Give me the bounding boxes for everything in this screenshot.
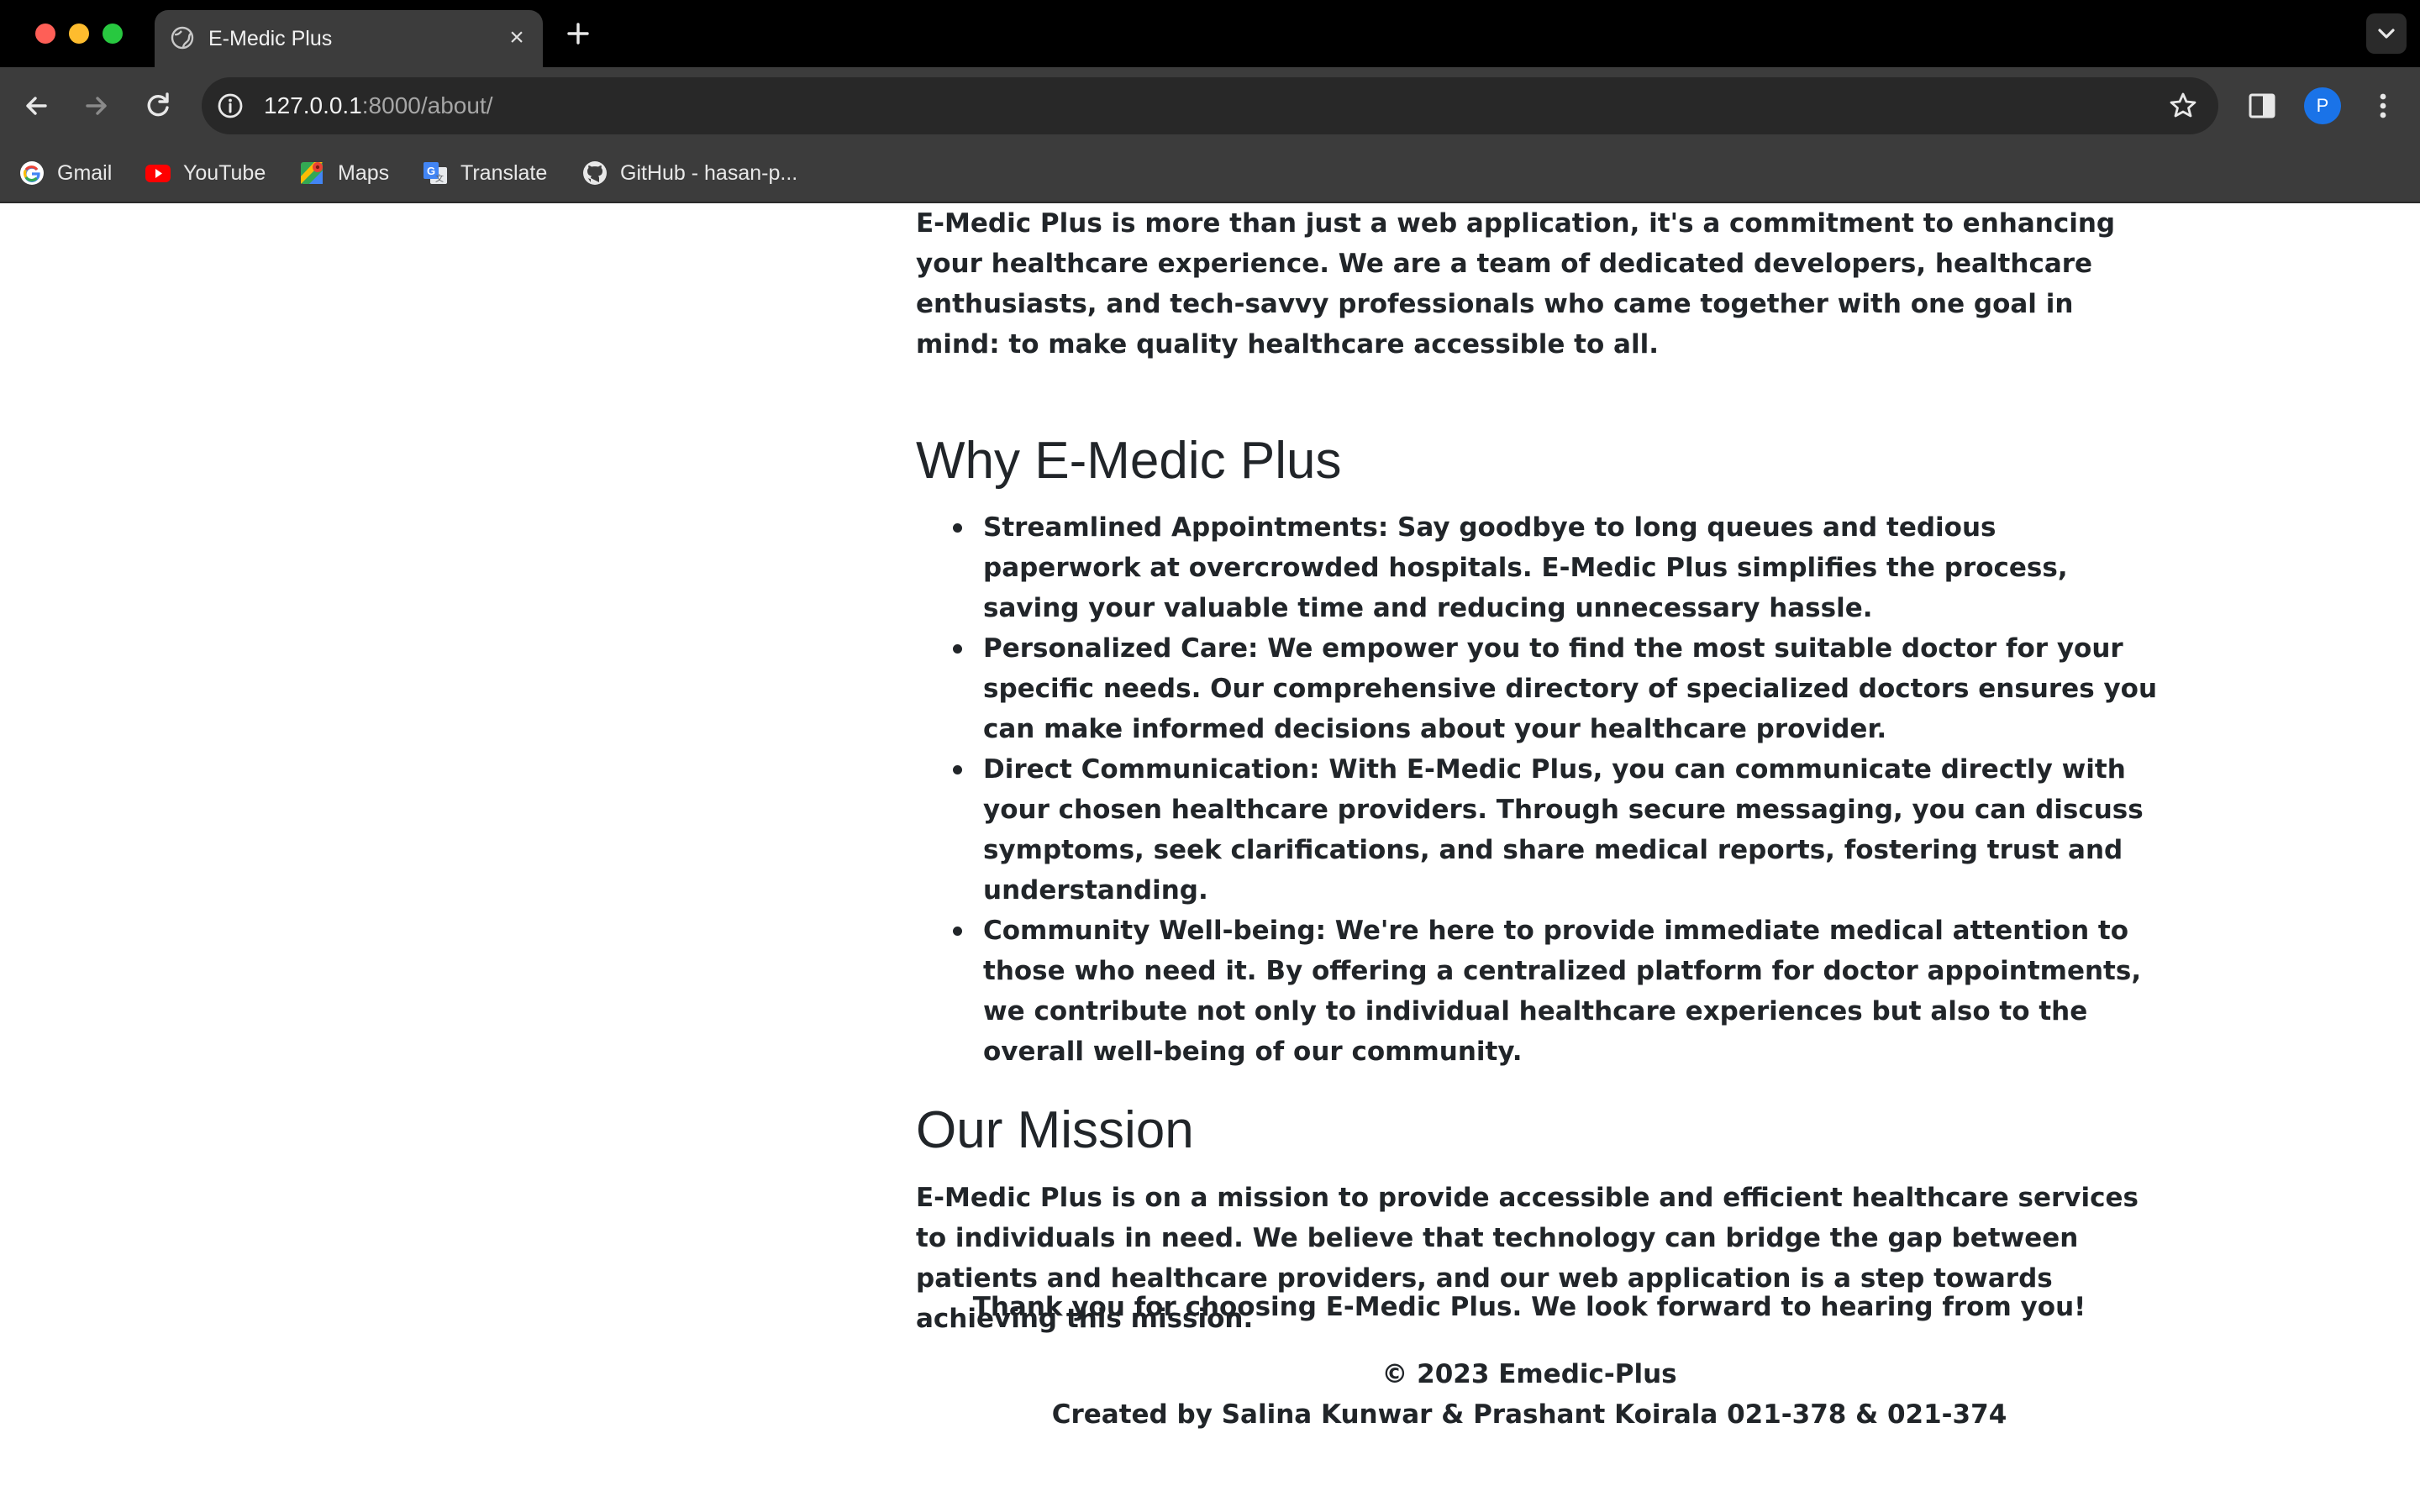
bookmark-translate[interactable]: G 文 Translate (422, 153, 547, 193)
profile-avatar[interactable]: P (2304, 87, 2341, 124)
page-viewport[interactable]: E-Medic Plus is more than just a web app… (0, 203, 2420, 1512)
github-icon (583, 161, 607, 185)
bookmark-github[interactable]: GitHub - hasan-p... (581, 153, 797, 193)
list-item-title: Direct Communication: (983, 754, 1320, 785)
svg-text:文: 文 (435, 173, 444, 184)
mission-heading: Our Mission (916, 1101, 1194, 1159)
back-icon[interactable] (17, 86, 57, 126)
window-minimize-button[interactable] (69, 24, 89, 44)
bookmark-label: YouTube (183, 160, 266, 185)
thanks-message: Thank you for choosing E-Medic Plus. We … (972, 1292, 2086, 1322)
bookmark-star-icon[interactable] (2166, 89, 2200, 123)
tab-search-icon[interactable] (2366, 13, 2407, 54)
bookmark-gmail[interactable]: Gmail (18, 153, 112, 193)
bookmark-youtube[interactable]: YouTube (145, 153, 266, 193)
bookmark-label: Gmail (57, 160, 113, 185)
bookmarks-bar: Gmail YouTube Maps G 文 Translate GitHub … (0, 144, 2420, 203)
window-close-button[interactable] (35, 24, 55, 44)
youtube-icon (145, 165, 171, 182)
list-item: Streamlined Appointments: Say goodbye to… (953, 507, 2160, 628)
why-heading: Why E-Medic Plus (916, 432, 1342, 490)
browser-toolbar: 127.0.0.1:8000/about/ P (0, 67, 2420, 144)
window-maximize-button[interactable] (103, 24, 123, 44)
list-item: Direct Communication: With E-Medic Plus,… (953, 749, 2160, 911)
site-info-icon[interactable] (213, 89, 247, 123)
bookmark-label: Translate (460, 160, 548, 185)
svg-text:G: G (427, 165, 435, 177)
list-item-title: Community Well-being: (983, 916, 1326, 946)
list-item-title: Personalized Care: (983, 633, 1259, 664)
list-item-title: Streamlined Appointments: (983, 512, 1389, 543)
reload-icon[interactable] (138, 86, 178, 126)
maps-icon (301, 162, 323, 184)
browser-chrome: E-Medic Plus × 127.0.0.1:8000/about/ P G… (0, 0, 2420, 203)
list-item: Community Well-being: We're here to prov… (953, 911, 2160, 1072)
side-panel-icon[interactable] (2242, 86, 2282, 126)
translate-icon: G 文 (424, 162, 447, 184)
credits-text: Created by Salina Kunwar & Prashant Koir… (1051, 1399, 2007, 1430)
globe-icon (171, 26, 194, 50)
url-text[interactable]: 127.0.0.1:8000/about/ (264, 77, 492, 134)
bookmark-label: Maps (338, 160, 390, 185)
intro-paragraph: E-Medic Plus is more than just a web app… (916, 208, 2116, 360)
url-host: 127.0.0.1 (264, 92, 362, 118)
google-icon (20, 161, 44, 185)
url-path: :8000/about/ (361, 92, 493, 118)
kebab-menu-icon[interactable] (2366, 86, 2400, 126)
tab-strip: E-Medic Plus × (0, 0, 2420, 67)
copyright-text: © 2023 Emedic-Plus (1381, 1359, 1677, 1389)
list-item: Personalized Care: We empower you to fin… (953, 628, 2160, 749)
bookmark-maps[interactable]: Maps (299, 153, 389, 193)
tab-active[interactable]: E-Medic Plus × (155, 10, 543, 67)
address-bar[interactable]: 127.0.0.1:8000/about/ (202, 77, 2218, 134)
why-list: Streamlined Appointments: Say goodbye to… (953, 507, 2160, 1072)
tab-close-icon[interactable]: × (502, 24, 531, 52)
bookmark-label: GitHub - hasan-p... (620, 160, 798, 185)
tab-title: E-Medic Plus (208, 27, 333, 50)
forward-icon[interactable] (76, 86, 116, 126)
new-tab-icon[interactable] (561, 17, 595, 50)
